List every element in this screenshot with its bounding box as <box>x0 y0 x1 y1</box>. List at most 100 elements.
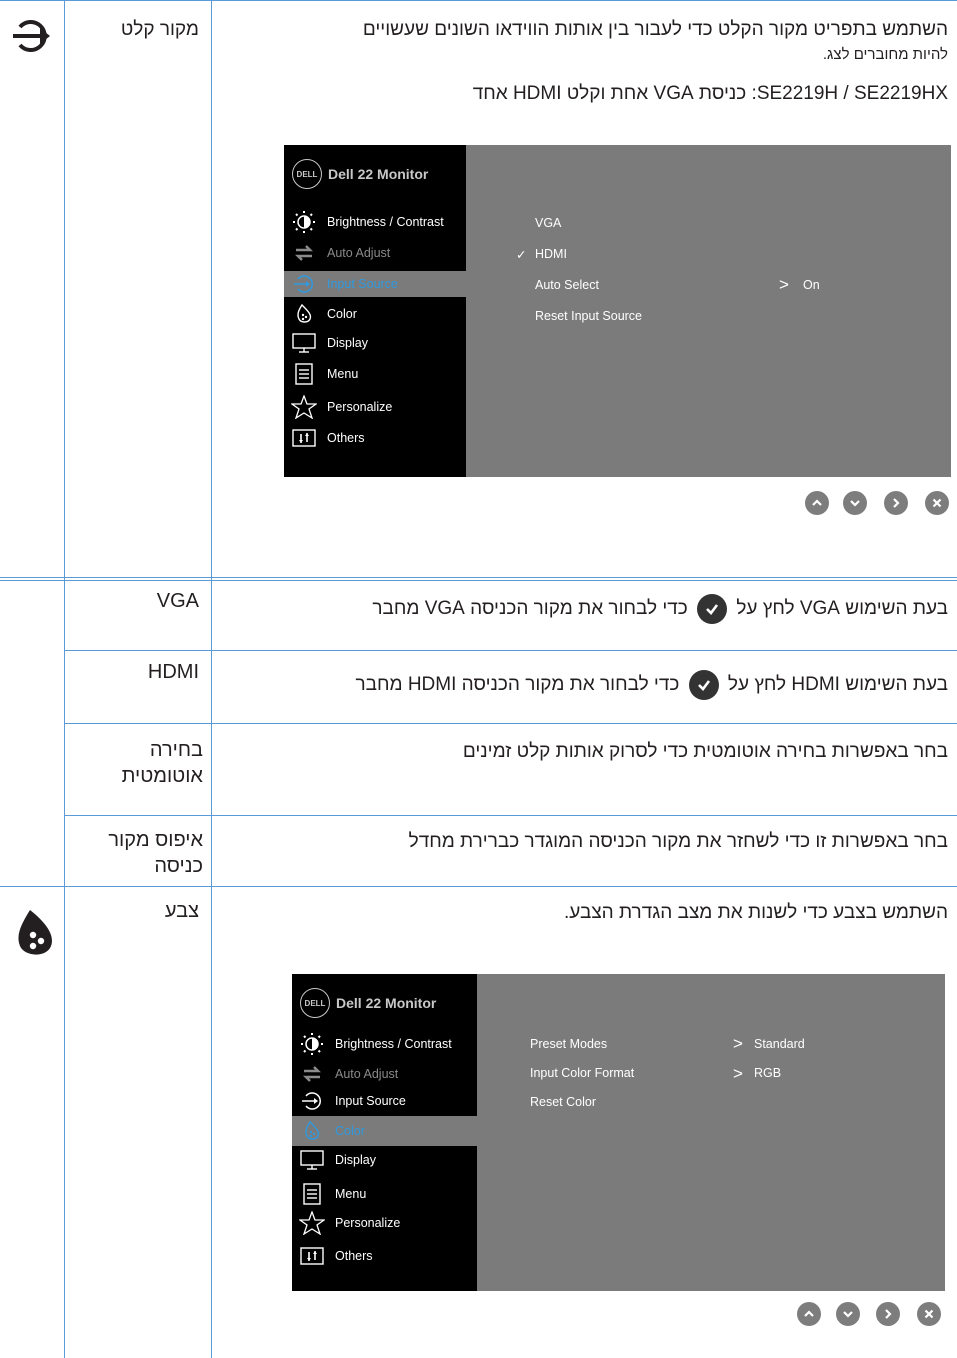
row-label-color: צבע <box>164 900 199 922</box>
osd-menu-label: Color <box>335 1124 365 1138</box>
hdmi-desc-part1: בעת השימוש HDMI לחץ על <box>727 674 948 696</box>
osd-menu-menu[interactable]: Menu <box>292 1181 477 1207</box>
next-icon <box>885 1309 892 1319</box>
osd-brand: DELL Dell 22 Monitor <box>300 988 436 1018</box>
up-button[interactable] <box>797 1302 821 1326</box>
osd-menu-label: Menu <box>327 367 359 381</box>
up-icon <box>804 1310 814 1317</box>
osd-menu-label: Personalize <box>327 400 393 414</box>
osd-menu-input-source[interactable]: Input Source <box>292 1088 477 1114</box>
osd-menu-personalize[interactable]: Personalize <box>284 394 466 420</box>
row-rule <box>64 723 957 724</box>
dell-logo: DELL <box>292 159 322 189</box>
osd-option-arrow: > <box>733 1064 743 1083</box>
osd-menu-label: Input Source <box>335 1094 406 1108</box>
row-label-line: אוטומטית <box>121 765 203 787</box>
osd-menu-label: Others <box>335 1249 373 1263</box>
input-source-description: השתמש בתפריט מקור הקלט כדי לעבור בין אות… <box>362 19 948 40</box>
osd-menu-color[interactable]: Color <box>292 1116 477 1146</box>
hdmi-desc-part2: כדי לבחור את מקור הכניסה HDMI מחבר <box>355 674 680 696</box>
osd-menu-label: Others <box>327 431 365 445</box>
auto-adjust-icon <box>291 242 317 264</box>
osd-option-arrow: > <box>779 275 789 294</box>
others-icon <box>291 427 317 449</box>
menu-icon <box>299 1183 325 1205</box>
osd-menu-display[interactable]: Display <box>292 1147 477 1173</box>
osd-menu-label: Display <box>335 1153 376 1167</box>
osd-option-reset-color[interactable]: Reset Color <box>530 1095 596 1109</box>
osd-brand: DELL Dell 22 Monitor <box>292 159 428 189</box>
row-label-vga: VGA <box>156 590 199 612</box>
down-button[interactable] <box>836 1302 860 1326</box>
osd-menu-input-source[interactable]: Input Source <box>284 271 466 297</box>
brightness-icon <box>299 1033 325 1055</box>
down-icon <box>850 500 860 507</box>
osd-menu-personalize[interactable]: Personalize <box>292 1210 477 1236</box>
osd-option-auto-select[interactable]: Auto Select <box>535 278 599 292</box>
exit-button[interactable] <box>925 491 949 515</box>
close-icon <box>924 1309 934 1319</box>
up-button[interactable] <box>805 491 829 515</box>
hdmi-description: בעת השימוש HDMI לחץ על כדי לבחור את מקור… <box>228 670 948 700</box>
input-source-icon <box>291 273 317 295</box>
color-icon <box>299 1120 325 1142</box>
osd-menu-others[interactable]: Others <box>292 1243 477 1269</box>
osd-menu-label: Display <box>327 336 368 350</box>
next-button[interactable] <box>876 1302 900 1326</box>
osd-menu-label: Brightness / Contrast <box>335 1037 452 1051</box>
row-rule <box>0 886 957 887</box>
row-label-input-source: מקור קלט <box>120 19 199 40</box>
osd-option-preset-value: Standard <box>754 1037 805 1051</box>
row-label-line: כניסה <box>154 855 203 877</box>
row-rule <box>64 815 957 816</box>
down-button[interactable] <box>843 491 867 515</box>
display-icon <box>291 332 317 354</box>
brightness-icon <box>291 211 317 233</box>
row-label-auto-select: בחירה אוטומטית <box>63 737 203 789</box>
auto-adjust-icon <box>299 1063 325 1085</box>
osd-title: Dell 22 Monitor <box>336 995 437 1011</box>
osd-options-panel <box>477 974 945 1291</box>
color-icon <box>14 908 58 965</box>
osd-menu-label: Brightness / Contrast <box>327 215 444 229</box>
osd-menu-auto-adjust[interactable]: Auto Adjust <box>292 1061 477 1087</box>
osd-color: DELL Dell 22 Monitor Brightness / Contra… <box>292 974 945 1291</box>
osd-menu-brightness[interactable]: Brightness / Contrast <box>284 209 466 235</box>
up-icon <box>812 499 822 506</box>
osd-menu-label: Color <box>327 307 357 321</box>
osd-option-arrow: > <box>733 1034 743 1053</box>
osd-option-input-color-format[interactable]: Input Color Format <box>530 1066 634 1080</box>
osd-menu-label: Input Source <box>327 277 398 291</box>
input-source-icon <box>10 16 58 61</box>
auto-select-description: בחר באפשרות בחירה אוטומטית כדי לסרוק אות… <box>462 741 948 762</box>
osd-menu-display[interactable]: Display <box>284 330 466 356</box>
vga-desc-part1: בעת השימוש VGA לחץ על <box>736 598 948 620</box>
osd-input-source: DELL Dell 22 Monitor Brightness / Contra… <box>284 145 951 477</box>
table-col-rule-2 <box>211 0 212 1358</box>
row-rule <box>0 577 957 578</box>
osd-menu-auto-adjust[interactable]: Auto Adjust <box>284 240 466 266</box>
reset-input-description: בחר באפשרות זו כדי לשחזר את מקור הכניסה … <box>408 831 948 852</box>
osd-title: Dell 22 Monitor <box>328 166 429 182</box>
color-icon <box>291 303 317 325</box>
osd-menu-label: Personalize <box>335 1216 401 1230</box>
osd-menu-color[interactable]: Color <box>284 301 466 327</box>
vga-description: בעת השימוש VGA לחץ על כדי לבחור את מקור … <box>228 594 948 624</box>
menu-icon <box>291 363 317 385</box>
osd-option-hdmi[interactable]: HDMI <box>535 247 567 261</box>
next-button[interactable] <box>884 491 908 515</box>
exit-button[interactable] <box>917 1302 941 1326</box>
check-button-icon <box>697 594 728 624</box>
others-icon <box>299 1245 325 1267</box>
row-label-reset-input: איפוס מקור כניסה <box>63 827 203 879</box>
osd-option-preset-modes[interactable]: Preset Modes <box>530 1037 607 1051</box>
osd-menu-label: Menu <box>335 1187 367 1201</box>
osd-option-vga[interactable]: VGA <box>535 216 561 230</box>
osd-menu-others[interactable]: Others <box>284 425 466 451</box>
input-source-models: SE2219H / SE2219HX: כניסת VGA אחת וקלט H… <box>472 83 948 104</box>
close-icon <box>932 498 942 508</box>
osd-menu-brightness[interactable]: Brightness / Contrast <box>292 1031 477 1057</box>
row-label-line: איפוס מקור <box>108 829 203 851</box>
osd-menu-menu[interactable]: Menu <box>284 361 466 387</box>
osd-option-reset-input[interactable]: Reset Input Source <box>535 309 642 323</box>
